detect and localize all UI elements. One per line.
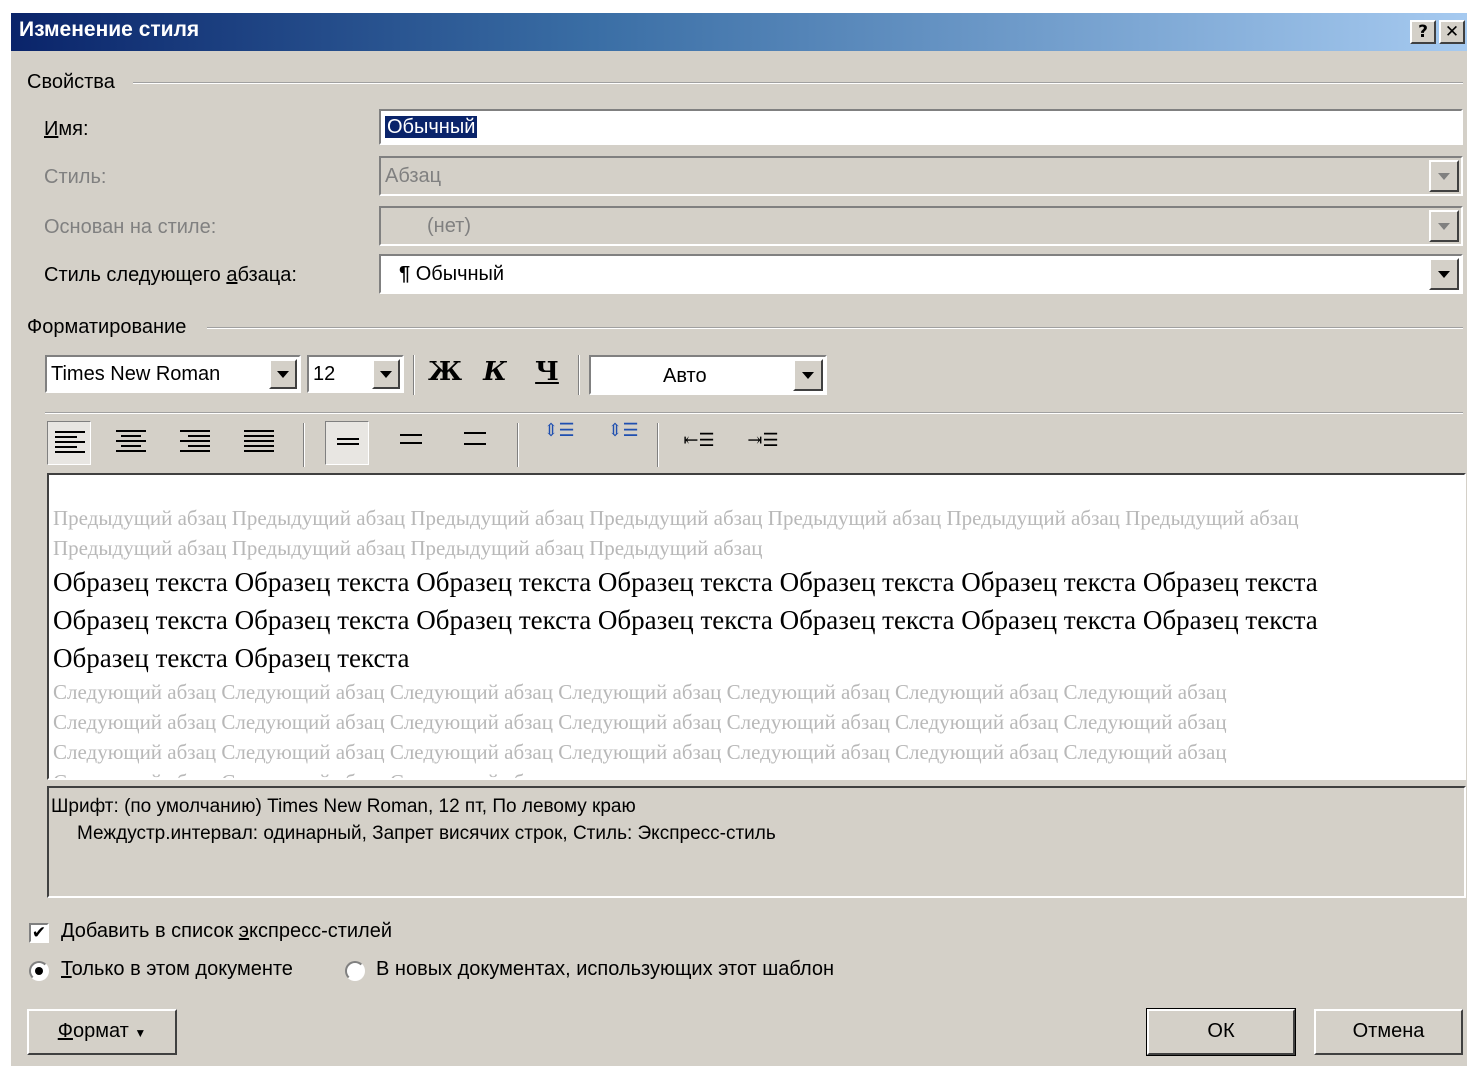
font-color-select[interactable]: Авто [589, 355, 827, 395]
name-value: Обычный [385, 116, 478, 138]
based-on-label: Основан на стиле: [44, 216, 217, 238]
title-bar[interactable]: Изменение стиля ? ✕ [11, 13, 1467, 51]
description-line-1: Шрифт: (по умолчанию) Times New Roman, 1… [51, 796, 636, 817]
align-right-button[interactable] [173, 421, 217, 465]
font-name-select[interactable]: Times New Roman [45, 355, 301, 393]
dialog-title: Изменение стиля [19, 18, 200, 41]
double-spacing-button[interactable] [453, 421, 497, 465]
pilcrow-icon: ¶ [399, 263, 411, 285]
font-dropdown-button[interactable] [269, 359, 297, 389]
toolbar-separator [657, 423, 659, 467]
font-name-value: Times New Roman [51, 363, 221, 385]
format-button-label: Формат [57, 1020, 129, 1042]
ok-button[interactable]: ОК [1146, 1008, 1296, 1056]
next-style-select[interactable]: ¶ Обычный [379, 254, 1463, 294]
decrease-indent-button[interactable]: ⇤☰ [677, 421, 721, 465]
chevron-down-icon [1429, 160, 1459, 192]
font-size-value: 12 [313, 363, 336, 385]
single-spacing-button[interactable] [325, 421, 369, 465]
new-documents-label: В новых документах, использующих этот ша… [376, 958, 835, 980]
name-label: Имя: [44, 118, 89, 140]
style-description: Шрифт: (по умолчанию) Times New Roman, 1… [47, 786, 1466, 898]
space-before-icon: ⇕☰ [543, 420, 575, 441]
style-preview: Предыдущий абзац Предыдущий абзац Предыд… [47, 473, 1466, 780]
based-on-select: (нет) [379, 206, 1463, 246]
align-center-icon [116, 430, 146, 456]
only-this-document-label: Только в этом документе [61, 958, 293, 980]
only-this-document-radio[interactable] [29, 961, 49, 981]
close-icon: ✕ [1444, 22, 1460, 42]
next-style-label: Стиль следующего абзаца: [44, 264, 297, 286]
next-paragraph-text: Следующий абзац Следующий абзац Следующи… [53, 680, 1227, 778]
color-dropdown-button[interactable] [793, 359, 823, 391]
align-center-button[interactable] [109, 421, 153, 465]
based-on-value: (нет) [427, 215, 471, 237]
increase-indent-button[interactable]: ⇥☰ [741, 421, 785, 465]
underline-button[interactable]: Ч [525, 351, 569, 395]
next-style-dropdown-button[interactable] [1429, 258, 1459, 290]
toolbar-separator [413, 355, 415, 395]
increase-indent-icon: ⇥☰ [747, 430, 779, 451]
next-style-value: Обычный [415, 263, 505, 285]
size-dropdown-button[interactable] [372, 359, 400, 389]
format-menu-button[interactable]: Формат ▼ [27, 1009, 177, 1055]
one-half-spacing-icon [396, 434, 426, 460]
sample-text: Образец текста Образец текста Образец те… [53, 567, 1318, 673]
cancel-button[interactable]: Отмена [1314, 1009, 1463, 1055]
space-after-button[interactable]: ⇕☰ [601, 421, 645, 465]
toolbar-separator [303, 423, 305, 467]
add-quick-style-checkbox[interactable]: ✔ [29, 923, 49, 943]
bold-button[interactable]: Ж [423, 351, 467, 395]
dropdown-arrow-icon: ▼ [134, 1026, 147, 1040]
toolbar-divider [45, 412, 1463, 414]
align-left-icon [55, 431, 85, 457]
toolbar-separator [578, 355, 580, 395]
modify-style-dialog: Изменение стиля ? ✕ Свойства Имя: Обычны… [10, 12, 1467, 1066]
one-half-spacing-button[interactable] [389, 421, 433, 465]
add-quick-style-label: Добавить в список экспресс-стилей [61, 920, 393, 942]
align-left-button[interactable] [47, 421, 91, 465]
properties-group-label: Свойства [27, 71, 115, 93]
close-button[interactable]: ✕ [1439, 20, 1465, 44]
decrease-indent-icon: ⇤☰ [683, 430, 715, 451]
justify-icon [244, 430, 274, 456]
properties-divider [133, 82, 1463, 84]
double-spacing-icon [460, 432, 490, 458]
style-type-select: Абзац [379, 156, 1463, 196]
name-input[interactable]: Обычный [379, 109, 1463, 145]
space-after-icon: ⇕☰ [607, 420, 639, 441]
font-color-value: Авто [663, 365, 707, 387]
single-spacing-icon [333, 438, 363, 464]
chevron-down-icon [1429, 210, 1459, 242]
italic-button[interactable]: К [473, 351, 517, 395]
style-type-value: Абзац [385, 165, 442, 187]
space-before-button[interactable]: ⇕☰ [537, 421, 581, 465]
formatting-group-label: Форматирование [27, 316, 187, 338]
new-documents-radio[interactable] [345, 961, 365, 981]
style-type-label: Стиль: [44, 166, 107, 188]
align-right-icon [180, 430, 210, 456]
justify-button[interactable] [237, 421, 281, 465]
toolbar-separator [517, 423, 519, 467]
font-size-select[interactable]: 12 [307, 355, 404, 393]
previous-paragraph-text: Предыдущий абзац Предыдущий абзац Предыд… [53, 506, 1299, 560]
description-line-2: Междустр.интервал: одинарный, Запрет вис… [77, 823, 776, 844]
help-button[interactable]: ? [1410, 20, 1436, 44]
formatting-divider [207, 327, 1463, 329]
